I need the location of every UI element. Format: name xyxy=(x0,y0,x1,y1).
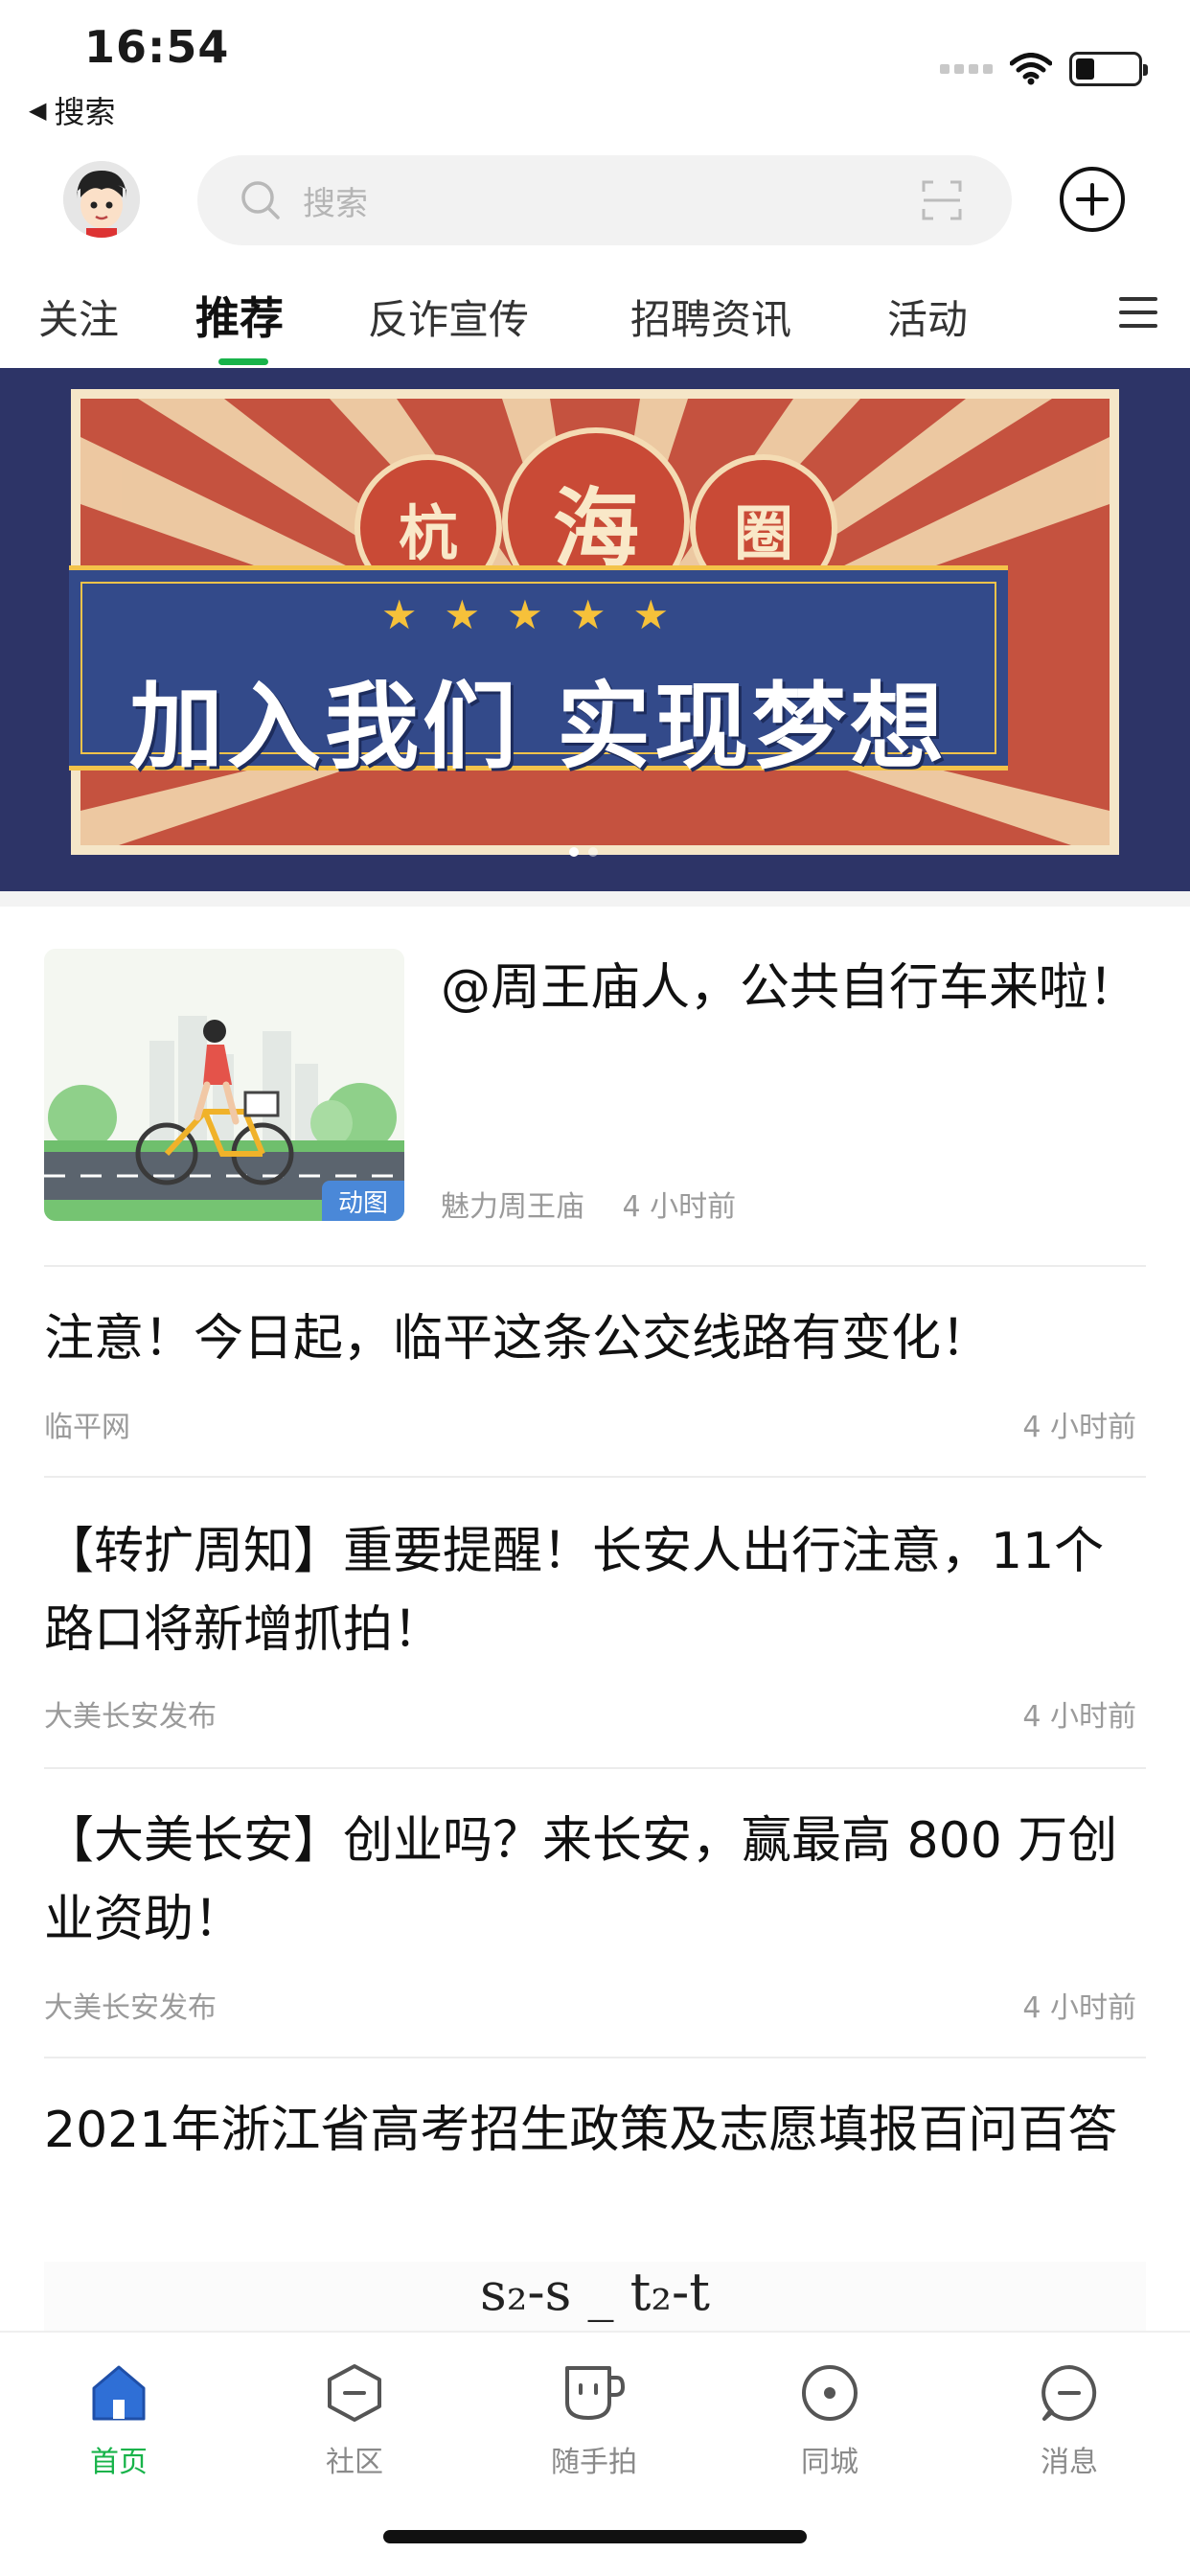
banner-slogan: 加入我们 实现梦想 xyxy=(128,673,949,782)
gif-badge: 动图 xyxy=(322,1181,404,1221)
nav-community[interactable]: 社区 xyxy=(278,2361,431,2480)
nav-local[interactable]: 同城 xyxy=(753,2361,906,2480)
feed-thumbnail: 动图 xyxy=(44,949,404,1221)
nav-local-label: 同城 xyxy=(801,2446,858,2479)
feed-title[interactable]: 注意！今日起，临平这条公交线路有变化！ xyxy=(44,1300,1146,1378)
feed-source: 临平网 xyxy=(44,1411,130,1444)
search-icon xyxy=(241,181,280,219)
carousel-dots xyxy=(569,847,598,857)
home-indicator[interactable] xyxy=(383,2530,807,2543)
plus-icon xyxy=(1076,183,1109,216)
feed-item[interactable]: 【转扩周知】重要提醒！长安人出行注意，11个路口将新增抓拍！ 大美长安发布 4 … xyxy=(44,1512,1146,1734)
tab-jobs[interactable]: 招聘资讯 xyxy=(630,288,791,346)
nav-snapshot-label: 随手拍 xyxy=(551,2446,637,2479)
carousel-dot xyxy=(588,847,598,857)
feed-title[interactable]: 【转扩周知】重要提醒！长安人出行注意，11个路口将新增抓拍！ xyxy=(44,1512,1146,1669)
feed-item[interactable]: 2021年浙江省高考招生政策及志愿填报百问百答 xyxy=(44,2091,1146,2254)
back-to-app-link[interactable]: ◀ 搜索 xyxy=(29,88,115,132)
tab-recommend[interactable]: 推荐 xyxy=(195,284,284,347)
tab-events[interactable]: 活动 xyxy=(887,288,968,346)
carousel-dot-active xyxy=(569,847,579,857)
cup-icon xyxy=(565,2366,626,2420)
tab-anti-fraud[interactable]: 反诈宣传 xyxy=(368,288,529,346)
user-avatar[interactable] xyxy=(63,161,140,238)
feed-item[interactable]: 【大美长安】创业吗？来长安，赢最高 800 万创业资助！ 大美长安发布 4 小时… xyxy=(44,1802,1146,2025)
nav-messages[interactable]: 消息 xyxy=(993,2361,1146,2480)
community-icon xyxy=(328,2364,381,2422)
battery-icon xyxy=(1069,52,1148,86)
section-gap xyxy=(0,891,1190,907)
category-tabs: 关注 推荐 反诈宣传 招聘资讯 活动 xyxy=(0,278,1190,365)
search-placeholder: 搜索 xyxy=(303,184,368,223)
promo-banner[interactable]: 杭 海 圈 ★★★★★ 加入我们 实现梦想 xyxy=(0,368,1190,891)
nav-community-label: 社区 xyxy=(326,2446,383,2479)
feed-time: 4 小时前 xyxy=(1022,1991,1136,2025)
status-bar: 16:54 ◀ 搜索 xyxy=(0,0,1190,144)
avatar-cartoon-icon xyxy=(63,161,140,238)
status-time: 16:54 xyxy=(84,21,230,73)
nav-home-label: 首页 xyxy=(90,2446,148,2479)
tab-follow[interactable]: 关注 xyxy=(38,288,119,346)
feed-time: 4 小时前 xyxy=(622,1190,737,1224)
message-icon xyxy=(1041,2365,1097,2421)
feed-item[interactable]: 动图 @周王庙人，公共自行车来啦！ 魅力周王庙 4 小时前 xyxy=(44,949,1146,1227)
feed-title[interactable]: 【大美长安】创业吗？来长安，赢最高 800 万创业资助！ xyxy=(44,1802,1146,1959)
home-icon xyxy=(92,2365,146,2421)
feed-time: 4 小时前 xyxy=(1022,1700,1136,1734)
wifi-icon xyxy=(1010,53,1052,85)
feed-item[interactable]: 注意！今日起，临平这条公交线路有变化！ 临平网 4 小时前 xyxy=(44,1300,1146,1444)
feed-time: 4 小时前 xyxy=(1022,1411,1136,1444)
cellular-signal-icon xyxy=(940,64,993,74)
nav-snapshot[interactable]: 随手拍 xyxy=(517,2361,671,2480)
divider xyxy=(44,1476,1146,1478)
back-app-label: 搜索 xyxy=(54,94,116,130)
feed-source: 魅力周王庙 xyxy=(441,1190,584,1224)
scan-icon[interactable] xyxy=(922,180,962,220)
divider xyxy=(44,2057,1146,2058)
add-post-button[interactable] xyxy=(1060,167,1125,232)
feed-source: 大美长安发布 xyxy=(44,1991,217,2025)
divider xyxy=(44,1265,1146,1267)
search-bar[interactable]: 搜索 xyxy=(197,155,1012,245)
article-preview-formula: s₂-s _ t₂-t xyxy=(44,2262,1146,2338)
feed-title[interactable]: @周王庙人，公共自行车来啦！ xyxy=(441,949,1146,1027)
top-header: 搜索 xyxy=(0,153,1190,249)
location-icon xyxy=(802,2365,858,2421)
slogan-band: ★★★★★ 加入我们 实现梦想 xyxy=(69,565,1008,782)
status-indicators xyxy=(940,52,1148,86)
feed-title[interactable]: 2021年浙江省高考招生政策及志愿填报百问百答 xyxy=(44,2091,1146,2170)
nav-messages-label: 消息 xyxy=(1041,2446,1098,2479)
active-tab-indicator xyxy=(218,358,268,365)
nav-home[interactable]: 首页 xyxy=(42,2361,195,2480)
feed-source: 大美长安发布 xyxy=(44,1700,217,1734)
banner-stars: ★★★★★ xyxy=(380,591,697,638)
menu-icon[interactable] xyxy=(1119,297,1157,337)
back-triangle-icon: ◀ xyxy=(29,97,47,124)
divider xyxy=(44,1767,1146,1769)
